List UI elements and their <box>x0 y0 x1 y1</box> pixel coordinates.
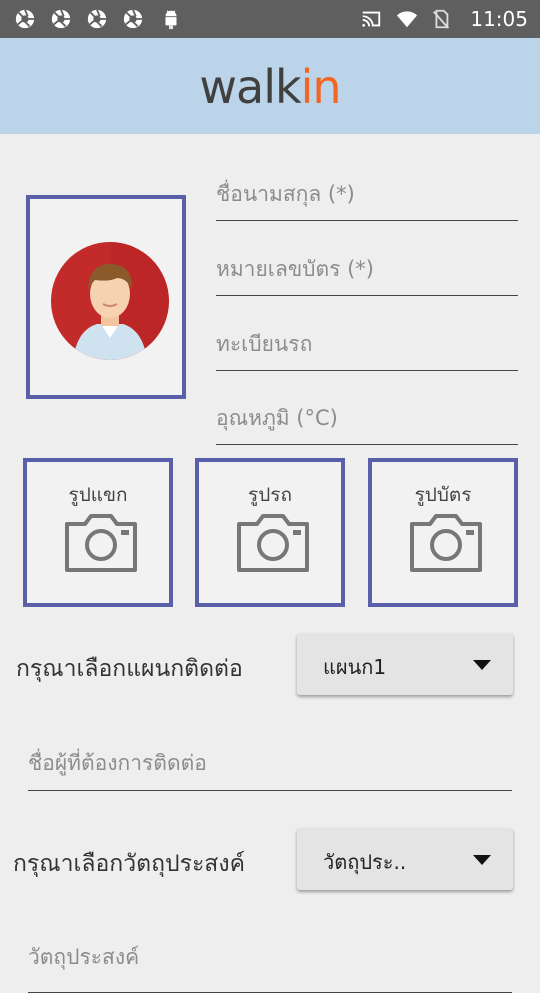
purpose-dropdown[interactable]: วัตถุประ.. <box>297 828 513 890</box>
car-photo-button[interactable]: รูปรถ <box>195 458 345 607</box>
no-sim-icon <box>432 9 450 29</box>
card-photo-label: รูปบัตร <box>414 484 472 506</box>
aperture-icon <box>123 9 143 29</box>
guest-photo-label: รูปแขก <box>68 484 128 506</box>
logo-text-walk: walk <box>199 60 301 114</box>
name-placeholder: ชื่อนามสกุล (*) <box>216 182 355 206</box>
id-number-field[interactable]: หมายเลขบัตร (*) <box>216 245 518 296</box>
plate-field[interactable]: ทะเบียนรถ <box>216 320 518 371</box>
contact-person-placeholder: ชื่อผู้ที่ต้องการติดต่อ <box>28 751 207 775</box>
walkin-logo: walkin <box>0 60 540 114</box>
aperture-icon <box>87 9 107 29</box>
aperture-icon <box>51 9 71 29</box>
logo-text-in: in <box>300 60 342 114</box>
profile-photo-box[interactable] <box>26 195 186 399</box>
plate-placeholder: ทะเบียนรถ <box>216 332 313 356</box>
wifi-icon <box>396 11 418 28</box>
camera-icon <box>410 514 482 572</box>
department-label: กรุณาเลือกแผนกติดต่อ <box>16 656 243 682</box>
department-selected: แผนก1 <box>323 655 387 679</box>
caret-down-icon <box>473 855 491 865</box>
purpose-selected: วัตถุประ.. <box>323 850 407 874</box>
temperature-placeholder: อุณหภูมิ (°C) <box>216 406 338 430</box>
purpose-text-field[interactable]: วัตถุประสงค์ <box>28 932 512 993</box>
avatar <box>51 242 169 360</box>
cast-icon <box>362 11 381 27</box>
purpose-field-placeholder: วัตถุประสงค์ <box>28 945 140 969</box>
camera-icon <box>65 514 137 572</box>
department-dropdown[interactable]: แผนก1 <box>297 633 513 695</box>
contact-person-field[interactable]: ชื่อผู้ที่ต้องการติดต่อ <box>28 730 512 791</box>
temperature-field[interactable]: อุณหภูมิ (°C) <box>216 394 518 445</box>
name-field[interactable]: ชื่อนามสกุล (*) <box>216 170 518 221</box>
app-header: walkin <box>0 38 540 134</box>
person-icon <box>73 242 169 360</box>
android-icon <box>165 10 177 30</box>
status-time: 11:05 <box>470 7 528 31</box>
aperture-icon <box>15 9 35 29</box>
camera-icon <box>237 514 309 572</box>
caret-down-icon <box>473 660 491 670</box>
id-placeholder: หมายเลขบัตร (*) <box>216 257 374 281</box>
status-bar: 11:05 <box>0 0 540 38</box>
guest-photo-button[interactable]: รูปแขก <box>23 458 173 607</box>
purpose-label: กรุณาเลือกวัตถุประสงค์ <box>13 851 245 877</box>
car-photo-label: รูปรถ <box>248 484 292 506</box>
card-photo-button[interactable]: รูปบัตร <box>368 458 518 607</box>
